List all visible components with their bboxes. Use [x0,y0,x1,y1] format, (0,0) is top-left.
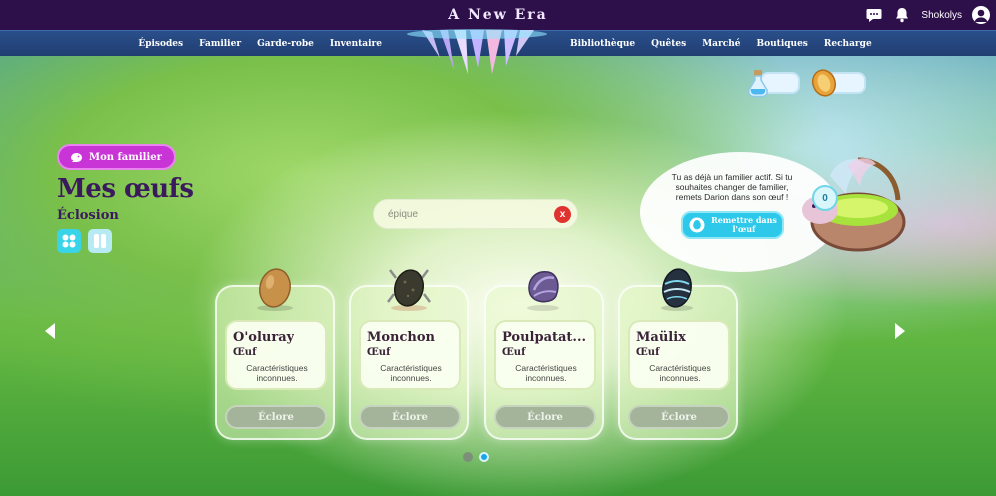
top-bar: A New Era Shokolys [0,0,996,30]
search-bar: x [373,199,578,229]
egg-card-info: O'oluray Œuf Caractéristiques inconnues. [225,320,327,390]
clear-search-button[interactable]: x [554,206,571,223]
app-title: A New Era [448,7,548,23]
nav-left-group: Épisodes Familier Garde-robe Inventaire [138,31,382,57]
egg-name: Maülix [636,330,686,345]
coin-icon [811,69,837,97]
hatch-button[interactable]: Éclore [359,405,461,429]
grid-icon [62,234,76,248]
top-right-controls: Shokolys [865,4,990,26]
return-to-egg-label: Remettre dans l'œuf [711,215,777,234]
nav-episodes[interactable]: Épisodes [138,39,183,49]
nav-marche[interactable]: Marché [702,39,740,49]
nav-right-group: Bibliothèque Quêtes Marché Boutiques Rec… [570,31,872,57]
chat-icon[interactable] [865,6,883,24]
previous-page-arrow-icon[interactable] [42,321,58,341]
username[interactable]: Shokolys [921,10,962,21]
return-to-egg-button[interactable]: Remettre dans l'œuf [681,211,784,239]
nav-garde-robe[interactable]: Garde-robe [257,39,314,49]
egg-monchon-icon [387,269,431,311]
coin-balance[interactable] [810,68,866,98]
list-view-button[interactable] [88,229,112,253]
egg-ooluray-icon [257,268,293,311]
egg-description: Caractéristiques inconnues. [246,363,308,383]
user-avatar-icon[interactable] [972,6,990,24]
hatch-button[interactable]: Éclore [225,405,327,429]
egg-type: Œuf [367,347,391,358]
pet-icon [71,153,82,162]
pagination-dot-2[interactable] [479,452,489,462]
egg-card-info: Monchon Œuf Caractéristiques inconnues. [359,320,461,390]
egg-description: Caractéristiques inconnues. [380,363,442,383]
next-page-arrow-icon[interactable] [892,321,908,341]
crystal-emblem-icon[interactable] [392,28,562,76]
columns-icon [94,234,106,248]
egg-description: Caractéristiques inconnues. [649,363,711,383]
nav-inventaire[interactable]: Inventaire [330,39,382,49]
my-pet-button[interactable]: Mon familier [57,144,176,170]
active-pet-message: Tu as déjà un familier actif. Si tu souh… [671,172,793,202]
egg-type: Œuf [502,347,526,358]
nav-recharge[interactable]: Recharge [824,39,872,49]
nav-boutiques[interactable]: Boutiques [757,39,808,49]
egg-type: Œuf [233,347,257,358]
search-input[interactable] [388,208,548,220]
pagination-dot-1[interactable] [463,452,473,462]
egg-name: Poulpatat... [502,330,587,345]
egg-card-info: Poulpatat... Œuf Caractéristiques inconn… [494,320,596,390]
egg-maulix-icon [661,268,693,311]
egg-return-icon [689,217,705,233]
potion-balance[interactable] [744,68,800,98]
egg-name: Monchon [367,330,436,345]
bell-icon[interactable] [893,6,911,24]
nav-bibliotheque[interactable]: Bibliothèque [570,39,635,49]
my-pet-label: Mon familier [89,151,162,163]
hatch-button[interactable]: Éclore [494,405,596,429]
egg-card-info: Maülix Œuf Caractéristiques inconnues. [628,320,730,390]
nav-quetes[interactable]: Quêtes [651,39,686,49]
hatch-button[interactable]: Éclore [628,405,730,429]
egg-name: O'oluray [233,330,295,345]
egg-description: Caractéristiques inconnues. [515,363,577,383]
page-subtitle: Éclosion [57,208,119,223]
page-title: Mes œufs [57,174,194,204]
pet-cauldron-image [802,157,906,252]
potion-icon [748,70,768,98]
egg-type: Œuf [636,347,660,358]
nav-familier[interactable]: Familier [199,39,241,49]
grid-view-button[interactable] [57,229,81,253]
egg-poulpatate-icon [527,271,559,311]
pet-count-badge: 0 [812,185,838,211]
